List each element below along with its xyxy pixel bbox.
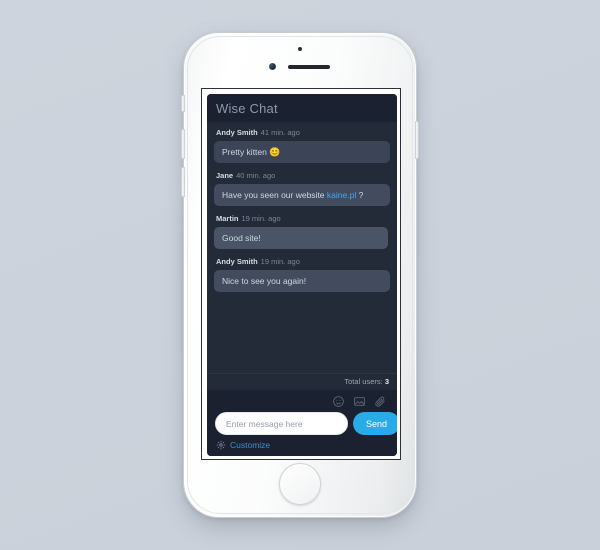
home-button[interactable] <box>279 463 321 505</box>
total-users-count: 3 <box>384 377 389 386</box>
message-composer: Send <box>215 412 397 435</box>
message-bubble: Good site! <box>214 227 389 249</box>
message-meta: Andy Smith 41 min. ago <box>216 128 390 138</box>
message-time: 41 min. ago <box>260 128 300 137</box>
message-author: Andy Smith <box>216 257 258 266</box>
list-item: Andy Smith 41 min. ago Pretty kitten 😊 <box>214 128 390 163</box>
message-meta: Andy Smith 19 min. ago <box>216 257 390 267</box>
chat-header: Wise Chat <box>207 94 397 122</box>
speaker-grille <box>288 65 330 69</box>
total-users-label: Total users: <box>344 377 383 386</box>
image-icon[interactable] <box>352 394 366 408</box>
attachment-icon[interactable] <box>373 394 387 408</box>
message-author: Andy Smith <box>216 128 258 137</box>
proximity-sensor-dot <box>298 47 302 51</box>
message-input[interactable] <box>215 412 348 435</box>
message-author: Martin <box>216 214 239 223</box>
message-list: Andy Smith 41 min. ago Pretty kitten 😊 Ja… <box>207 122 397 373</box>
silent-switch[interactable] <box>181 95 185 112</box>
message-meta: Martin 19 min. ago <box>216 214 390 224</box>
message-author: Jane <box>216 171 234 180</box>
message-bubble: Pretty kitten 😊 <box>214 141 390 163</box>
message-bubble: Nice to see you again! <box>214 270 390 292</box>
list-item: Martin 19 min. ago Good site! <box>214 214 390 249</box>
message-time: 40 min. ago <box>236 171 276 180</box>
message-time: 19 min. ago <box>260 257 300 266</box>
front-camera-icon <box>269 63 276 70</box>
customize-row[interactable]: Customize <box>215 440 389 450</box>
phone-device: Wise Chat Andy Smith 41 min. ago Pretty k… <box>181 32 419 518</box>
send-button[interactable]: Send <box>353 412 397 435</box>
list-item: Jane 40 min. ago Have you seen our websit… <box>214 171 390 206</box>
smiley-emoji-icon: 😊 <box>269 147 281 157</box>
message-text: Have you seen our website <box>222 190 327 200</box>
tool-bar <box>215 394 389 408</box>
message-link[interactable]: kaine.pl <box>327 190 356 200</box>
page-root: Wise Chat Andy Smith 41 min. ago Pretty k… <box>0 0 600 550</box>
list-item: Andy Smith 19 min. ago Nice to see you ag… <box>214 257 390 292</box>
gear-icon <box>216 440 226 450</box>
message-text: Pretty kitten <box>222 147 270 157</box>
page-title: Wise Chat <box>216 100 278 116</box>
message-text-tail: ? <box>356 190 364 200</box>
customize-link[interactable]: Customize <box>230 440 270 450</box>
volume-down-button[interactable] <box>181 167 185 197</box>
message-text: Good site! <box>222 233 261 243</box>
chat-footer: Send Customize <box>207 390 397 456</box>
message-time: 19 min. ago <box>241 214 281 223</box>
phone-screen: Wise Chat Andy Smith 41 min. ago Pretty k… <box>201 88 401 460</box>
wise-chat-widget: Wise Chat Andy Smith 41 min. ago Pretty k… <box>207 94 397 456</box>
power-button[interactable] <box>415 121 419 159</box>
status-bar: Total users: 3 <box>207 373 397 390</box>
message-bubble: Have you seen our website kaine.pl ? <box>214 184 390 206</box>
emoji-icon[interactable] <box>331 394 345 408</box>
volume-up-button[interactable] <box>181 129 185 159</box>
message-meta: Jane 40 min. ago <box>216 171 390 181</box>
message-text: Nice to see you again! <box>222 276 307 286</box>
